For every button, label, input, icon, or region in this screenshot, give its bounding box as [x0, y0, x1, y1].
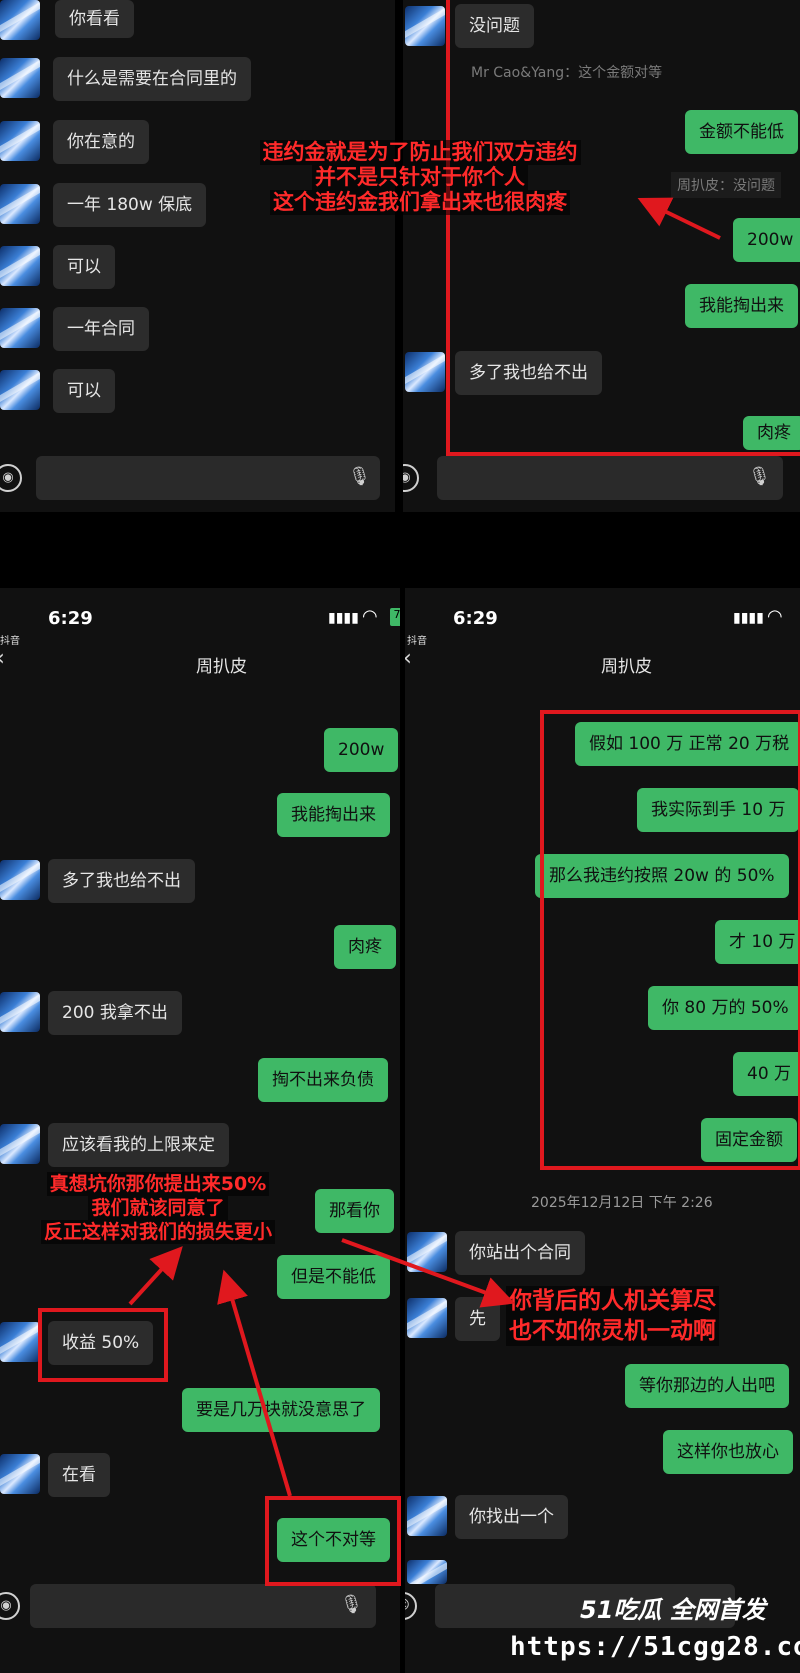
arrow-to-right [341, 1238, 516, 1308]
arrow-top [637, 197, 721, 240]
arrow-to-box-2 [217, 1269, 292, 1497]
watermark-brand: 51吃瓜 全网首发 [580, 1596, 766, 1624]
arrow-to-box-1 [128, 1246, 183, 1306]
annotation-arrows [128, 197, 721, 1497]
watermark-url: https://51cgg28.com [510, 1632, 800, 1662]
